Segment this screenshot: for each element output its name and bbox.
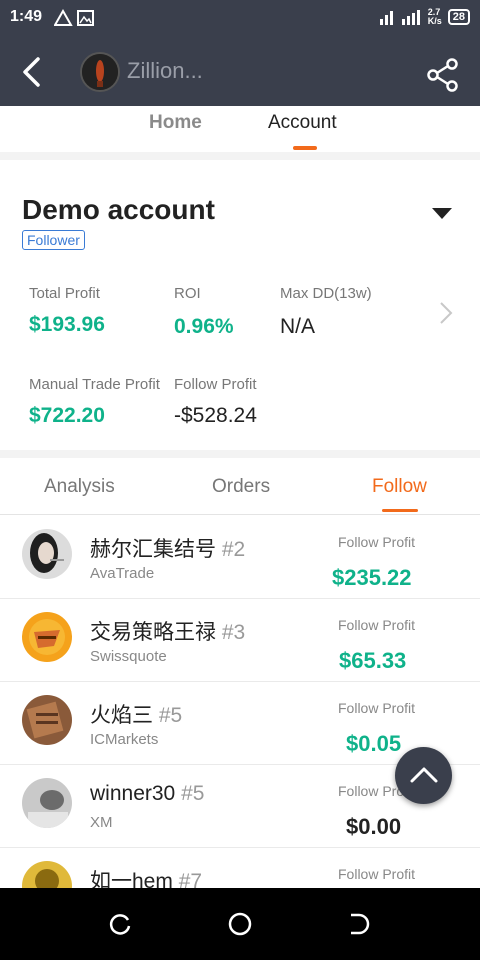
tab-analysis[interactable]: Analysis <box>44 476 115 498</box>
follow-profit-label: Follow Profit <box>338 700 416 716</box>
status-time: 1:49 <box>10 8 43 25</box>
follow-profit-label: Follow Profit <box>338 534 416 550</box>
broker-name: XM <box>90 814 113 831</box>
tab-indicator <box>382 509 418 512</box>
follow-profit-value: $65.33 <box>339 648 407 673</box>
stat-value-total-profit: $193.96 <box>29 313 105 336</box>
signal-icon <box>379 10 420 25</box>
trader-name: 交易策略王禄 #3 <box>90 621 246 644</box>
broker-name: Swissquote <box>90 648 167 665</box>
sub-tabs: Analysis Orders Follow <box>0 458 480 515</box>
chevron-right-icon[interactable] <box>438 300 454 331</box>
broker-name: AvaTrade <box>90 565 155 582</box>
tab-follow[interactable]: Follow <box>372 476 427 498</box>
list-item[interactable]: 赫尔汇集结号 #2 AvaTrade Follow Profit $235.22 <box>0 515 480 599</box>
notification-alert-icon <box>53 8 94 26</box>
stat-value-follow-profit: -$528.24 <box>174 404 257 427</box>
list-item[interactable]: 如一hem #7 Follow Profit <box>0 847 480 888</box>
share-icon[interactable] <box>426 58 460 97</box>
stat-label-max-dd: Max DD(13w) <box>280 285 372 302</box>
broker-name: ICMarkets <box>90 731 159 748</box>
stat-label-follow-profit: Follow Profit <box>174 376 257 393</box>
follow-profit-value: $235.22 <box>332 565 412 590</box>
list-item[interactable]: 交易策略王禄 #3 Swissquote Follow Profit $65.3… <box>0 598 480 682</box>
follow-profit-label: Follow Profit <box>338 617 416 633</box>
stat-value-roi: 0.96% <box>174 315 234 338</box>
avatar <box>22 861 72 888</box>
home-icon[interactable] <box>228 912 252 941</box>
avatar <box>22 778 72 828</box>
back-arrow-icon[interactable] <box>18 56 46 93</box>
status-bar: 1:49 2.7 K/s 28 <box>0 0 480 36</box>
recent-apps-icon[interactable] <box>108 912 132 941</box>
account-name: Demo account <box>22 194 215 225</box>
stat-value-manual-profit: $722.20 <box>29 404 105 427</box>
system-nav-bar <box>0 888 480 960</box>
stat-label-total-profit: Total Profit <box>29 285 100 302</box>
follow-list: 赫尔汇集结号 #2 AvaTrade Follow Profit $235.22… <box>0 515 480 888</box>
net-speed: 2.7 K/s <box>428 8 442 26</box>
role-badge: Follower <box>22 230 85 250</box>
trader-avatar <box>80 52 120 92</box>
dropdown-caret-icon[interactable] <box>432 208 452 219</box>
back-icon[interactable] <box>347 912 371 941</box>
top-tabs: Home Account <box>0 106 480 152</box>
trader-name: winner30 #5 <box>90 782 205 805</box>
chevron-up-icon <box>410 767 438 783</box>
trader-name: 如一hem #7 <box>90 870 203 888</box>
page-title: Zillion... <box>127 58 203 83</box>
tab-home[interactable]: Home <box>149 112 202 134</box>
battery-icon: 28 <box>447 9 470 25</box>
account-card: Demo account Follower Total Profit $193.… <box>0 160 480 450</box>
tab-account[interactable]: Account <box>268 112 337 134</box>
scroll-top-button[interactable] <box>395 747 452 804</box>
stat-label-roi: ROI <box>174 285 201 302</box>
avatar <box>22 695 72 745</box>
tab-orders[interactable]: Orders <box>212 476 270 498</box>
trader-name: 赫尔汇集结号 #2 <box>90 538 246 561</box>
net-speed-unit: K/s <box>427 16 442 26</box>
app-bar: Zillion... <box>0 36 480 106</box>
stat-value-max-dd: N/A <box>280 315 316 338</box>
stat-label-manual-profit: Manual Trade Profit <box>29 376 160 393</box>
follow-profit-value: $0.05 <box>346 731 402 756</box>
trader-name: 火焰三 #5 <box>90 704 183 727</box>
follow-profit-label: Follow Profit <box>338 866 416 882</box>
avatar <box>22 529 72 579</box>
follow-profit-value: $0.00 <box>346 814 402 839</box>
notification-icons <box>53 8 96 32</box>
tab-indicator <box>293 146 317 150</box>
avatar <box>22 612 72 662</box>
